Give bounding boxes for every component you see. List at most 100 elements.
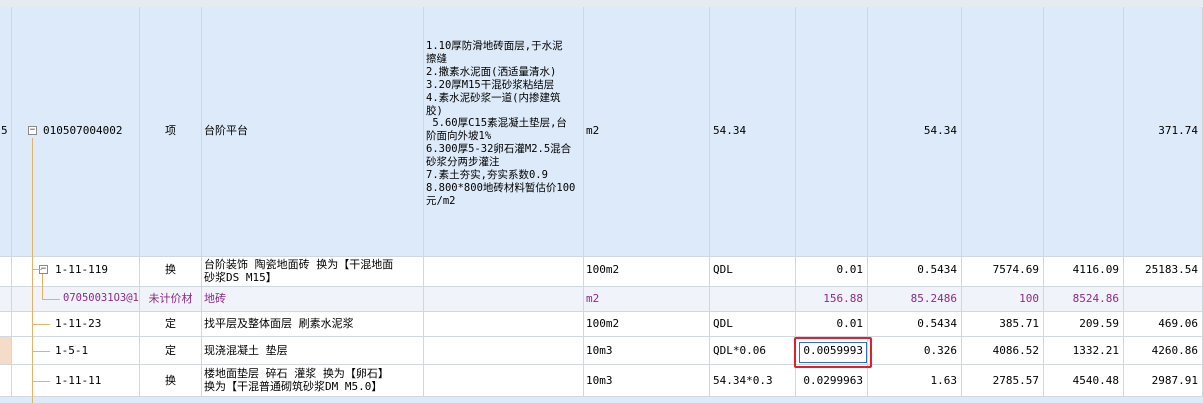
unit-cell: 10m3 xyxy=(584,365,710,397)
description-line: 阶面向外坡1% xyxy=(426,130,492,143)
unit-price-cell[interactable]: 385.71 xyxy=(962,312,1044,337)
table-row-list-item[interactable]: 5 − 010507004002 项 台阶平台 1.10厚防滑地砖面层,于水泥擦… xyxy=(0,7,1203,257)
table-row-active[interactable]: 1-5-1 定 现浇混凝土 垫层 10m3 QDL*0.06 0.0059993… xyxy=(0,337,1203,365)
item-code: 07050031O3@1 xyxy=(63,292,139,304)
total-value: 2987.91 xyxy=(1151,374,1198,387)
name-cell[interactable]: 台阶平台 xyxy=(202,7,424,257)
item-category: 换 xyxy=(165,263,176,276)
total-cell[interactable]: 469.06 xyxy=(1124,312,1203,337)
item-name-line1: 台阶装饰 陶瓷地面砖 换为【干混地面 xyxy=(204,258,394,271)
composite-price-cell[interactable]: 4540.48 xyxy=(1044,365,1124,397)
total-cell[interactable]: 4260.86 xyxy=(1124,337,1203,365)
quantity-value: 0.5434 xyxy=(917,317,957,330)
name-cell[interactable]: 台阶装饰 陶瓷地面砖 换为【干混地面 砂浆DS M15】 xyxy=(202,257,424,287)
unit-price-value: 385.71 xyxy=(999,317,1039,330)
composite-price-cell[interactable]: 4116.09 xyxy=(1044,257,1124,287)
unit-price-cell[interactable]: 4086.52 xyxy=(962,337,1044,365)
description-cell[interactable] xyxy=(424,257,584,287)
description-cell[interactable] xyxy=(424,365,584,397)
description-line: 5.60厚C15素混凝土垫层,台 xyxy=(426,117,567,130)
content-cell[interactable]: 0.01 xyxy=(796,312,868,337)
table-row[interactable]: 07050031O3@1 未计价材 地砖 m2 156.88 85.2486 1… xyxy=(0,287,1203,312)
qty-expression: 54.34 xyxy=(713,124,747,137)
row-number-cell xyxy=(0,312,12,337)
item-category: 项 xyxy=(165,124,176,137)
qty-expr-cell[interactable]: QDL*0.06 xyxy=(710,337,796,365)
content-cell[interactable]: 156.88 xyxy=(796,287,868,312)
quantity-cell[interactable]: 1.63 xyxy=(868,365,962,397)
table-row[interactable]: 1-11-23 定 找平层及整体面层 刷素水泥浆 100m2 QDL 0.01 … xyxy=(0,312,1203,337)
quantity-cell[interactable]: 85.2486 xyxy=(868,287,962,312)
unit-price-cell[interactable]: 7574.69 xyxy=(962,257,1044,287)
name-cell[interactable]: 找平层及整体面层 刷素水泥浆 xyxy=(202,312,424,337)
description-line: 8.800*800地砖材料暂估价100 xyxy=(426,181,576,194)
category-cell: 换 xyxy=(140,365,202,397)
quantity-value: 85.2486 xyxy=(910,292,957,305)
description-line: 3.20厚M15干混砂浆粘结层 xyxy=(426,78,555,91)
description-cell[interactable] xyxy=(424,287,584,312)
composite-price-value: 209.59 xyxy=(1079,317,1119,330)
item-unit: 10m3 xyxy=(586,344,613,357)
name-cell[interactable]: 地砖 xyxy=(202,287,424,312)
total-cell[interactable]: 371.74 xyxy=(1124,7,1203,257)
quantity-cell[interactable]: 0.5434 xyxy=(868,257,962,287)
content-cell[interactable]: 0.01 xyxy=(796,257,868,287)
qty-expr-cell[interactable]: QDL xyxy=(710,257,796,287)
total-value: 25183.54 xyxy=(1145,263,1198,276)
category-cell: 定 xyxy=(140,337,202,365)
total-cell[interactable]: 2987.91 xyxy=(1124,365,1203,397)
item-category: 未计价材 xyxy=(148,292,193,305)
item-code: 1-11-11 xyxy=(55,374,102,387)
composite-price-value: 4116.09 xyxy=(1072,263,1119,276)
content-value: 0.01 xyxy=(836,317,864,330)
category-cell: 未计价材 xyxy=(140,287,202,312)
item-code: 1-11-23 xyxy=(55,317,102,330)
collapse-toggle-icon[interactable]: − xyxy=(28,126,37,135)
composite-price-value: 1332.21 xyxy=(1072,344,1119,357)
qty-expr-cell[interactable]: 54.34 xyxy=(710,7,796,257)
qty-expr-cell[interactable]: 54.34*0.3 xyxy=(710,365,796,397)
table-row-partial[interactable] xyxy=(0,397,1203,403)
item-code: 1-5-1 xyxy=(55,344,89,357)
tree-line xyxy=(32,269,42,270)
quantity-cell[interactable]: 0.5434 xyxy=(868,312,962,337)
content-cell[interactable] xyxy=(796,7,868,257)
tree-line xyxy=(42,274,43,299)
composite-price-cell[interactable]: 1332.21 xyxy=(1044,337,1124,365)
composite-price-cell[interactable]: 8524.86 xyxy=(1044,287,1124,312)
description-cell[interactable]: 1.10厚防滑地砖面层,于水泥 擦缝 2.撒素水泥面(洒适量清水) 3.20厚M15干… xyxy=(424,7,584,257)
table-row[interactable]: 1-11-11 换 楼地面垫层 碎石 灌浆 换为【卵石】 换为【干混普通砌筑砂浆… xyxy=(0,365,1203,397)
item-unit: 100m2 xyxy=(586,317,620,330)
table-row[interactable]: − 1-11-119 换 台阶装饰 陶瓷地面砖 换为【干混地面 砂浆DS M15… xyxy=(0,257,1203,287)
total-cell[interactable] xyxy=(1124,287,1203,312)
tree-line xyxy=(32,324,50,325)
content-cell[interactable]: 0.0299963 xyxy=(796,365,868,397)
qty-expr-cell[interactable] xyxy=(710,287,796,312)
item-name-line2: 砂浆DS M15】 xyxy=(204,271,277,284)
name-cell[interactable]: 现浇混凝土 垫层 xyxy=(202,337,424,365)
name-cell[interactable]: 楼地面垫层 碎石 灌浆 换为【卵石】 换为【干混普通砌筑砂浆DM M5.0】 xyxy=(202,365,424,397)
description-line: 7.素土夯实,夯实系数0.9 xyxy=(426,169,548,182)
content-value: 0.0299963 xyxy=(803,374,863,387)
composite-price-cell[interactable] xyxy=(1044,7,1124,257)
item-name-line1: 楼地面垫层 碎石 灌浆 换为【卵石】 xyxy=(204,367,389,380)
description-line: 擦缝 xyxy=(426,52,447,65)
total-cell[interactable]: 25183.54 xyxy=(1124,257,1203,287)
description-line: 胶) xyxy=(426,104,443,117)
qty-expr-cell[interactable]: QDL xyxy=(710,312,796,337)
item-name: 现浇混凝土 垫层 xyxy=(204,344,288,357)
quantity-value: 1.63 xyxy=(930,374,958,387)
description-line: 砂浆分两步灌注 xyxy=(426,156,500,169)
unit-price-cell[interactable]: 2785.57 xyxy=(962,365,1044,397)
unit-price-value: 2785.57 xyxy=(992,374,1039,387)
description-line: 2.撒素水泥面(洒适量清水) xyxy=(426,65,557,78)
composite-price-cell[interactable]: 209.59 xyxy=(1044,312,1124,337)
quantity-cell[interactable]: 54.34 xyxy=(868,7,962,257)
unit-price-cell[interactable]: 100 xyxy=(962,287,1044,312)
description-cell[interactable] xyxy=(424,312,584,337)
quantity-cell[interactable]: 0.326 xyxy=(868,337,962,365)
row-number: 5 xyxy=(1,124,8,137)
unit-price-cell[interactable] xyxy=(962,7,1044,257)
composite-price-value: 8524.86 xyxy=(1072,292,1119,305)
description-cell[interactable] xyxy=(424,337,584,365)
